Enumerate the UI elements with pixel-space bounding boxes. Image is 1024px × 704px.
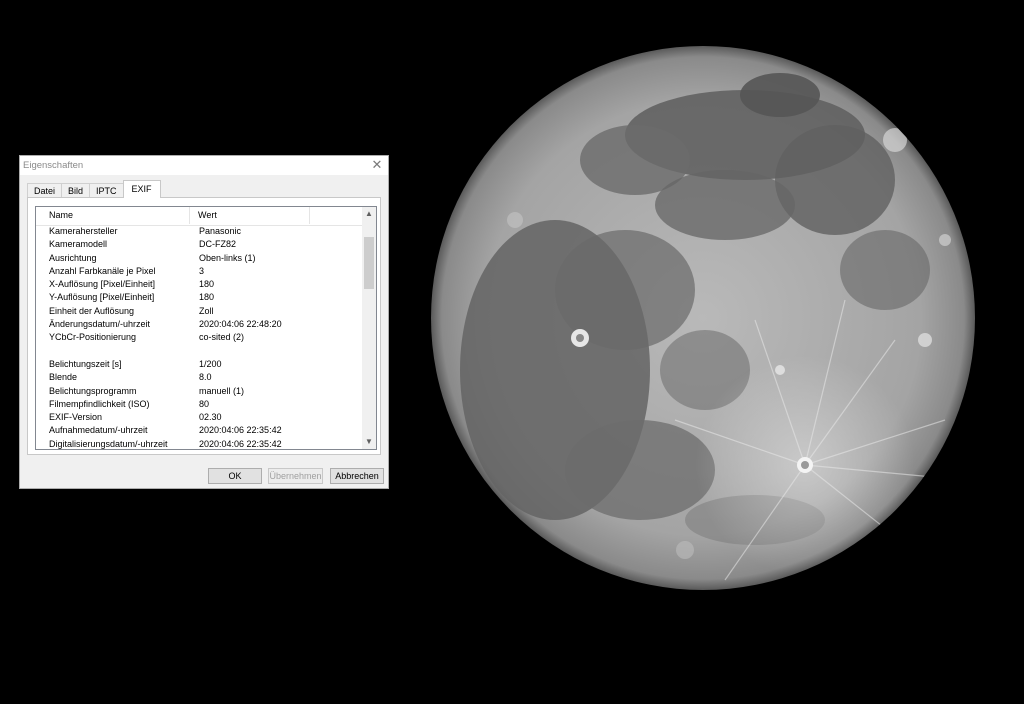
exif-field-value: manuell (1) — [199, 385, 245, 396]
exif-field-value: 8.0 — [199, 372, 212, 383]
tab-iptc[interactable]: IPTC — [89, 183, 124, 198]
list-item[interactable]: Belichtungszeit [s] 1/200 — [36, 358, 364, 371]
exif-field-value: 2020:04:06 22:35:42 — [199, 425, 282, 436]
list-item[interactable]: YCbCr-Positionierung co-sited (2) — [36, 331, 364, 344]
exif-field-value: co-sited (2) — [199, 332, 245, 343]
exif-field-value: Panasonic — [199, 226, 242, 236]
chevron-down-icon[interactable]: ▼ — [362, 435, 376, 449]
exif-field-value: 2020:04:06 22:35:42 — [199, 438, 282, 449]
list-item[interactable]: Belichtungsprogramm manuell (1) — [36, 385, 364, 398]
tab-strip: Datei Bild IPTC EXIF — [27, 180, 161, 198]
list-rows: Kamerahersteller Panasonic Kameramodell DC-… — [36, 225, 364, 449]
exif-field-name: Belichtungsprogramm — [49, 385, 137, 396]
list-item[interactable]: Digitalisierungsdatum/-uhrzeit 2020:04:06… — [36, 438, 364, 449]
list-item[interactable]: Y-Auflösung [Pixel/Einheit] 180 — [36, 291, 364, 304]
list-header: Name Wert — [36, 207, 364, 226]
moon-illustration — [431, 46, 975, 590]
exif-field-value: 80 — [199, 398, 210, 409]
exif-field-name: Ausrichtung — [49, 252, 97, 263]
apply-button[interactable]: Übernehmen — [268, 468, 323, 484]
exif-list[interactable]: Name Wert Kamerahersteller Panasonic Kamer… — [35, 206, 377, 450]
vertical-scrollbar[interactable]: ▲ ▼ — [362, 207, 376, 449]
exif-field-value: Oben-links (1) — [199, 252, 256, 263]
list-item[interactable]: Aufnahmedatum/-uhrzeit 2020:04:06 22:35:4… — [36, 424, 364, 437]
exif-field-name: Kameramodell — [49, 239, 108, 250]
desktop-background: Eigenschaften ✕ Datei Bild IPTC EXIF Nam… — [0, 0, 1024, 704]
cancel-button[interactable]: Abbrechen — [330, 468, 384, 484]
moon-image — [425, 40, 985, 600]
exif-field-value: 180 — [199, 279, 215, 290]
window-title: Eigenschaften — [23, 160, 84, 171]
scroll-thumb[interactable] — [364, 237, 374, 289]
exif-field-name: EXIF-Version — [49, 412, 103, 423]
list-item[interactable]: Blende 8.0 — [36, 371, 364, 384]
list-item[interactable]: EXIF-Version 02.30 — [36, 411, 364, 424]
exif-field-name: Filmempfindlichkeit (ISO) — [49, 398, 150, 409]
tab-exif[interactable]: EXIF — [122, 180, 161, 198]
list-item[interactable]: X-Auflösung [Pixel/Einheit] 180 — [36, 278, 364, 291]
exif-field-name: Belichtungszeit [s] — [49, 358, 122, 369]
tab-bild[interactable]: Bild — [61, 183, 91, 198]
exif-field-value: 2020:04:06 22:48:20 — [199, 319, 282, 330]
exif-tab-panel: Name Wert Kamerahersteller Panasonic Kamer… — [27, 197, 381, 455]
exif-field-name: Digitalisierungsdatum/-uhrzeit — [49, 438, 168, 449]
exif-field-value: 3 — [199, 265, 205, 276]
list-item[interactable]: Anzahl Farbkanäle je Pixel 3 — [36, 265, 364, 278]
column-header-value[interactable]: Wert — [190, 207, 310, 224]
properties-dialog: Eigenschaften ✕ Datei Bild IPTC EXIF Nam… — [19, 155, 389, 489]
exif-field-name: Änderungsdatum/-uhrzeit — [49, 319, 151, 330]
chevron-up-icon[interactable]: ▲ — [362, 207, 376, 221]
exif-field-name: Einheit der Auflösung — [49, 305, 135, 316]
list-item[interactable]: Änderungsdatum/-uhrzeit 2020:04:06 22:48:… — [36, 318, 364, 331]
exif-field-value: Zoll — [199, 305, 214, 316]
exif-field-name: Aufnahmedatum/-uhrzeit — [49, 425, 148, 436]
close-icon[interactable]: ✕ — [368, 157, 386, 173]
exif-field-name: Anzahl Farbkanäle je Pixel — [49, 265, 156, 276]
tab-datei[interactable]: Datei — [27, 183, 63, 198]
title-bar[interactable]: Eigenschaften ✕ — [20, 156, 388, 175]
list-item[interactable]: Ausrichtung Oben-links (1) — [36, 252, 364, 265]
list-item[interactable]: Kamerahersteller Panasonic — [36, 225, 364, 238]
list-item[interactable]: Einheit der Auflösung Zoll — [36, 305, 364, 318]
exif-field-value: 180 — [199, 292, 215, 303]
exif-field-name: Y-Auflösung [Pixel/Einheit] — [49, 292, 155, 303]
list-item[interactable]: Filmempfindlichkeit (ISO) 80 — [36, 398, 364, 411]
exif-field-value: DC-FZ82 — [199, 239, 237, 250]
list-item[interactable]: Kameramodell DC-FZ82 — [36, 238, 364, 251]
exif-field-name: YCbCr-Positionierung — [49, 332, 137, 343]
exif-field-value: 02.30 — [199, 412, 222, 423]
exif-field-name: Blende — [49, 372, 78, 383]
column-header-name[interactable]: Name — [36, 207, 190, 224]
ok-button[interactable]: OK — [208, 468, 262, 484]
exif-field-name: X-Auflösung [Pixel/Einheit] — [49, 279, 156, 290]
exif-field-value: 1/200 — [199, 358, 222, 369]
list-item[interactable] — [36, 345, 364, 358]
exif-field-name: Kamerahersteller — [49, 226, 118, 236]
